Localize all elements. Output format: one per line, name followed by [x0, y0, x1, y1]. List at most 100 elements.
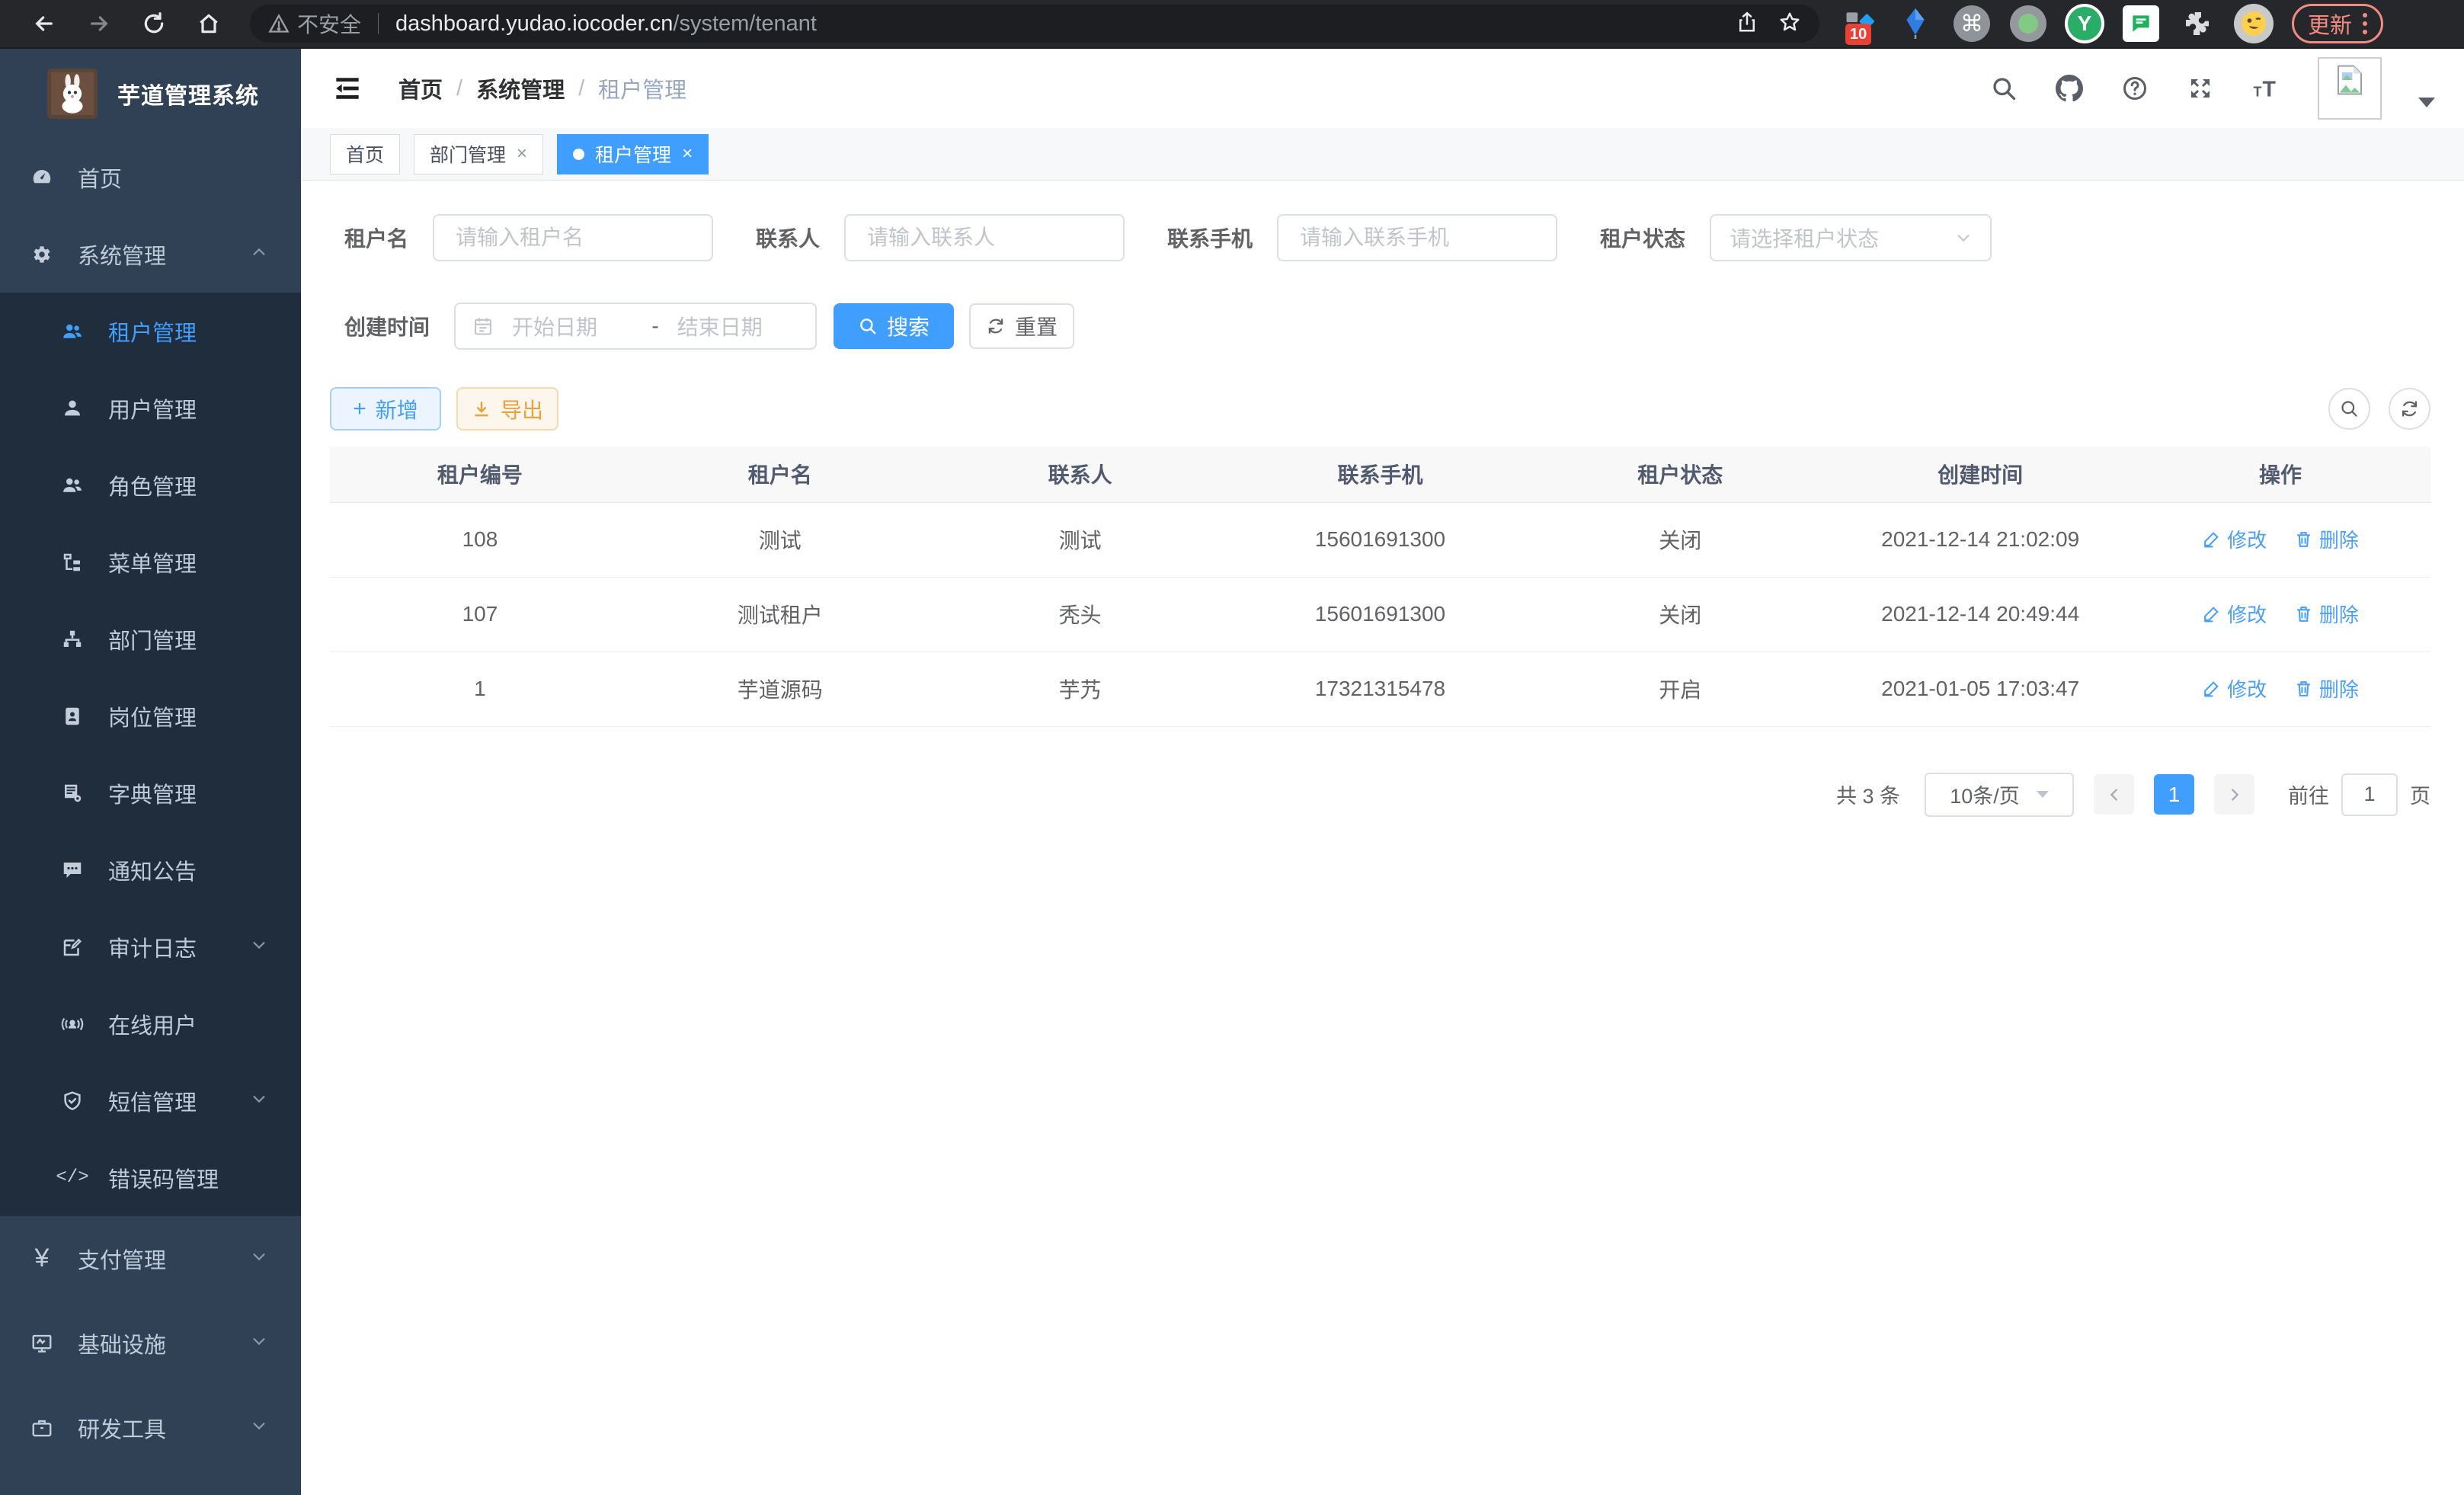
avatar-caret-icon[interactable] — [2418, 98, 2435, 107]
edit-link[interactable]: 修改 — [2202, 525, 2267, 553]
github-icon[interactable] — [2051, 70, 2088, 107]
filter-contact: 联系人 — [756, 214, 1125, 261]
sidebar-item-label: 基础设施 — [78, 1327, 228, 1359]
browser-forward-button[interactable] — [75, 4, 123, 43]
monitor-icon — [29, 1330, 55, 1356]
edit-link[interactable]: 修改 — [2202, 674, 2267, 703]
delete-link[interactable]: 删除 — [2294, 525, 2359, 553]
breadcrumb-system[interactable]: 系统管理 — [476, 72, 565, 104]
extension-dot-icon[interactable] — [2008, 4, 2048, 43]
contact-input[interactable] — [844, 214, 1125, 261]
extension-chat-icon[interactable] — [2121, 4, 2161, 43]
status-select[interactable]: 请选择租户状态 — [1710, 214, 1992, 261]
tenant-name-input[interactable] — [433, 214, 713, 261]
tags-view: 首页 部门管理 × 租户管理 × — [301, 128, 2464, 181]
page-content: 租户名 联系人 联系手机 租户状态 请选择租户状态 — [301, 181, 2464, 1495]
tenant-table: 租户编号 租户名 联系人 联系手机 租户状态 创建时间 操作 108 测试 测试 — [330, 447, 2430, 727]
edit-link[interactable]: 修改 — [2202, 600, 2267, 628]
y-glyph: Y — [2078, 11, 2092, 36]
sidebar-item-sms[interactable]: 短信管理 — [0, 1062, 301, 1139]
font-size-icon[interactable]: TT — [2248, 70, 2284, 107]
search-icon[interactable] — [1986, 70, 2022, 107]
close-icon[interactable]: × — [517, 143, 527, 165]
sidebar-item-post[interactable]: 岗位管理 — [0, 677, 301, 754]
update-label: 更新 — [2308, 8, 2352, 40]
toggle-search-icon[interactable] — [2328, 388, 2370, 430]
trash-icon — [2294, 604, 2313, 623]
sidebar-item-system[interactable]: 系统管理 — [0, 216, 301, 293]
end-date-placeholder[interactable]: 结束日期 — [677, 311, 798, 341]
reset-button[interactable]: 重置 — [969, 303, 1074, 349]
add-button[interactable]: + 新增 — [330, 387, 441, 431]
sidebar-item-error-code[interactable]: </> 错误码管理 — [0, 1139, 301, 1216]
sidebar-item-notice[interactable]: 通知公告 — [0, 831, 301, 908]
sidebar-item-label: 用户管理 — [108, 392, 301, 424]
system-submenu: 租户管理 用户管理 角色管理 菜单管理 部门管理 岗位管理 — [0, 293, 301, 1216]
sidebar-item-online-users[interactable]: 在线用户 — [0, 985, 301, 1062]
sidebar-item-pay[interactable]: ¥ 支付管理 — [0, 1216, 301, 1301]
tag-home[interactable]: 首页 — [330, 134, 400, 174]
close-icon[interactable]: × — [682, 143, 693, 165]
user-icon — [59, 395, 85, 421]
sidebar-item-devtools[interactable]: 研发工具 — [0, 1385, 301, 1470]
sidebar-item-home[interactable]: 首页 — [0, 139, 301, 216]
sidebar-item-user[interactable]: 用户管理 — [0, 370, 301, 447]
sidebar-item-dict[interactable]: 字典管理 — [0, 754, 301, 831]
url-text: dashboard.yudao.iocoder.cn/system/tenant — [395, 11, 1723, 37]
browser-reload-button[interactable] — [130, 4, 178, 43]
next-page-button[interactable] — [2214, 774, 2254, 815]
bookmark-star-icon[interactable] — [1778, 11, 1801, 37]
extension-kite-icon[interactable] — [1896, 4, 1935, 43]
export-button[interactable]: 导出 — [456, 387, 558, 431]
breadcrumb-home[interactable]: 首页 — [398, 72, 443, 104]
sidebar-item-label: 首页 — [78, 162, 301, 194]
browser-update-button[interactable]: 更新 — [2292, 4, 2383, 43]
extensions-puzzle-icon[interactable] — [2178, 4, 2217, 43]
sidebar-logo[interactable]: 芋道管理系统 — [0, 49, 301, 139]
page-size-select[interactable]: 10条/页 — [1925, 773, 2074, 817]
avatar[interactable] — [2318, 57, 2382, 120]
sidebar-collapse-icon[interactable] — [330, 71, 365, 106]
filter-row-2: 创建时间 开始日期 - 结束日期 搜索 重置 — [344, 303, 2430, 350]
extension-tabs-icon[interactable]: 10 — [1839, 4, 1879, 43]
sidebar-item-infra[interactable]: 基础设施 — [0, 1301, 301, 1385]
sidebar-item-tenant[interactable]: 租户管理 — [0, 293, 301, 370]
extension-badge: 10 — [1845, 24, 1871, 45]
create-time-range-picker[interactable]: 开始日期 - 结束日期 — [454, 303, 817, 350]
search-button[interactable]: 搜索 — [834, 303, 954, 349]
cell-actions: 修改 删除 — [2130, 577, 2430, 651]
browser-back-button[interactable] — [20, 4, 69, 43]
profile-avatar-icon[interactable] — [2234, 4, 2274, 43]
refresh-table-icon[interactable] — [2389, 388, 2430, 430]
code-icon: </> — [59, 1165, 85, 1191]
delete-link[interactable]: 删除 — [2294, 600, 2359, 628]
tag-tenant[interactable]: 租户管理 × — [557, 134, 709, 174]
start-date-placeholder[interactable]: 开始日期 — [512, 311, 633, 341]
browser-home-button[interactable] — [184, 4, 233, 43]
sidebar-item-label: 在线用户 — [108, 1008, 301, 1040]
chevron-down-icon — [251, 1246, 267, 1271]
help-icon[interactable] — [2117, 70, 2153, 107]
main-area: 首页 / 系统管理 / 租户管理 TT 首页 — [301, 49, 2464, 1495]
fullscreen-icon[interactable] — [2182, 70, 2219, 107]
refresh-icon — [986, 316, 1006, 336]
insecure-indicator[interactable]: 不安全 — [268, 8, 361, 39]
share-icon[interactable] — [1736, 11, 1758, 37]
sidebar-item-dept[interactable]: 部门管理 — [0, 600, 301, 677]
goto-page-input[interactable] — [2341, 773, 2398, 816]
sidebar-item-label: 研发工具 — [78, 1412, 228, 1444]
prev-page-button[interactable] — [2094, 774, 2134, 815]
address-bar[interactable]: 不安全 dashboard.yudao.iocoder.cn/system/te… — [250, 5, 1819, 43]
mobile-input[interactable] — [1277, 214, 1557, 261]
active-dot — [573, 149, 584, 160]
extension-command-icon[interactable]: ⌘ — [1952, 4, 1992, 43]
page-number-1[interactable]: 1 — [2154, 774, 2194, 815]
tag-dept[interactable]: 部门管理 × — [414, 134, 543, 174]
browser-menu-icon[interactable] — [2363, 13, 2367, 34]
sidebar-item-audit-log[interactable]: 审计日志 — [0, 908, 301, 985]
extension-y-icon[interactable]: Y — [2065, 4, 2104, 43]
sidebar-item-role[interactable]: 角色管理 — [0, 447, 301, 523]
delete-link[interactable]: 删除 — [2294, 674, 2359, 703]
dictionary-icon — [59, 780, 85, 806]
sidebar-item-menu[interactable]: 菜单管理 — [0, 523, 301, 600]
